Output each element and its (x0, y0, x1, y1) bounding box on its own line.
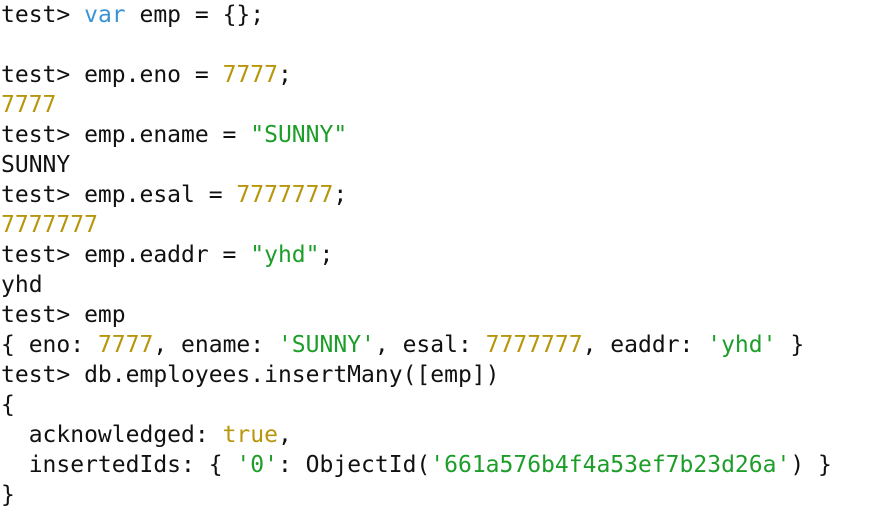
code-token: test> emp.eaddr = (1, 242, 251, 268)
command-line: test> var emp = {}; (1, 0, 877, 30)
output-line: 7777777 (1, 210, 877, 240)
code-token: , ename: (153, 332, 278, 358)
code-token: test> emp.esal = (1, 182, 237, 208)
code-token: test> (1, 2, 85, 28)
code-token: acknowledged: (1, 422, 223, 448)
code-token: 7777777 (485, 332, 583, 358)
code-token: ; (319, 242, 334, 268)
code-token: var (84, 2, 126, 28)
output-line: SUNNY (1, 150, 877, 180)
code-token: insertedIds: { (1, 452, 237, 478)
code-token: ; (277, 62, 292, 88)
mongo-shell-terminal[interactable]: test> var emp = {}; test> emp.eno = 7777… (0, 0, 877, 519)
code-token: , eaddr: (582, 332, 708, 358)
command-line: test> emp (1, 300, 877, 330)
code-token: test> emp.eno = (1, 62, 223, 88)
code-token: SUNNY (1, 152, 71, 178)
output-line: } (1, 480, 877, 510)
code-token: yhd (1, 272, 43, 298)
command-line: test> emp.esal = 7777777; (1, 180, 877, 210)
code-token: 7777777 (1, 212, 98, 238)
code-token: test> db.employees.insertMany([emp]) (1, 362, 500, 388)
code-token: 'yhd' (707, 332, 777, 358)
code-token: { (1, 392, 15, 418)
code-token: ) } (790, 452, 832, 478)
output-line: insertedIds: { '0': ObjectId('661a576b4f… (1, 450, 877, 480)
output-line: yhd (1, 270, 877, 300)
command-line: test> db.employees.insertMany([emp]) (1, 360, 877, 390)
output-line: { (1, 390, 877, 420)
code-token: , esal: (374, 332, 486, 358)
code-token: "SUNNY" (250, 122, 348, 148)
output-line: 7777 (1, 90, 877, 120)
code-token: , (277, 422, 292, 448)
code-token: 7777 (1, 92, 57, 118)
code-token: } (776, 332, 805, 358)
code-token: '661a576b4f4a53ef7b23d26a' (430, 452, 791, 478)
code-token: 7777777 (236, 182, 334, 208)
code-token: test> emp (1, 302, 126, 328)
command-line: test> emp.ename = "SUNNY" (1, 120, 877, 150)
code-token: emp = {}; (125, 2, 265, 28)
code-token: { eno: (1, 332, 98, 358)
code-token: 'SUNNY' (277, 332, 375, 358)
code-token: : ObjectId( (277, 452, 431, 478)
output-line: { eno: 7777, ename: 'SUNNY', esal: 77777… (1, 330, 877, 360)
code-token: "yhd" (250, 242, 320, 268)
command-line: test> emp.eno = 7777; (1, 60, 877, 90)
output-line: acknowledged: true, (1, 420, 877, 450)
code-token: '0' (236, 452, 278, 478)
code-token: ; (333, 182, 348, 208)
code-token: true (222, 422, 278, 448)
code-token: test> emp.ename = (1, 122, 251, 148)
code-token: 7777 (97, 332, 154, 358)
code-token: 7777 (222, 62, 278, 88)
command-line: test> emp.eaddr = "yhd"; (1, 240, 877, 270)
code-token: } (1, 482, 15, 508)
